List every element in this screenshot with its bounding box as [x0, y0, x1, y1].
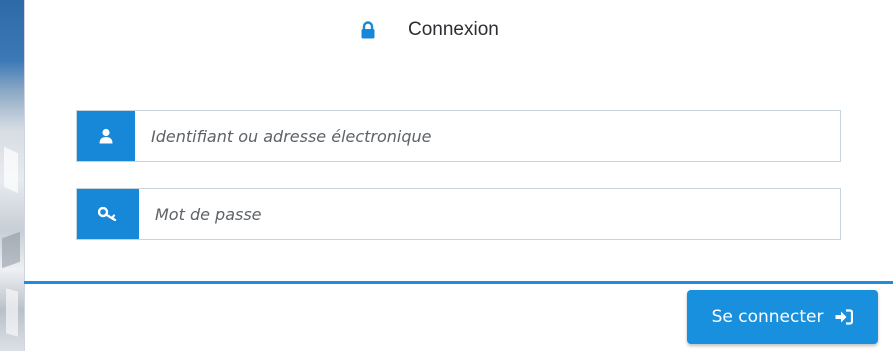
login-header: Connexion	[360, 14, 499, 46]
lock-icon	[360, 21, 376, 39]
panel-left-border	[24, 0, 25, 351]
key-icon	[77, 189, 139, 239]
password-field-group	[76, 188, 841, 240]
page-title: Connexion	[408, 19, 499, 40]
username-field-group	[76, 110, 841, 162]
password-input[interactable]	[139, 189, 840, 239]
login-button[interactable]: Se connecter	[687, 290, 878, 344]
login-button-label: Se connecter	[711, 307, 824, 327]
footer-divider	[24, 281, 893, 284]
background-image-strip	[0, 0, 24, 351]
username-input[interactable]	[135, 111, 840, 161]
user-icon	[77, 111, 135, 161]
sign-in-icon	[835, 309, 854, 325]
